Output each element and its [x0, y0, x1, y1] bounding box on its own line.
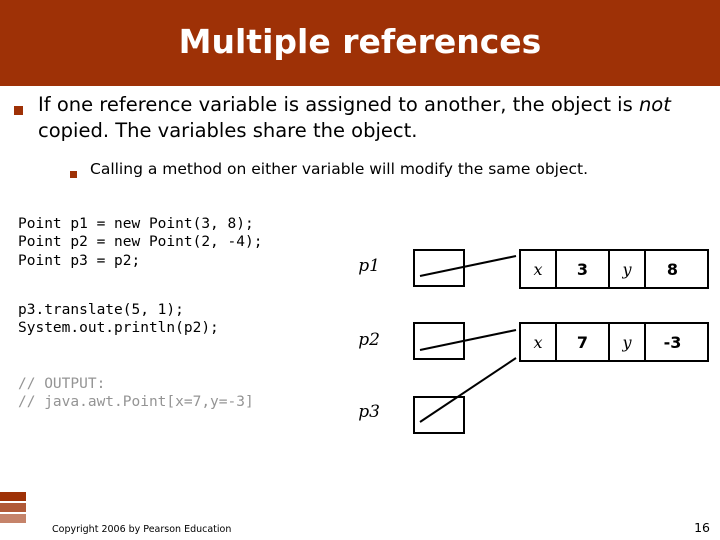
field-name-x-1: x [533, 259, 543, 279]
field-value-y-1: 8 [644, 251, 699, 287]
field-value-y-2: -3 [644, 324, 699, 360]
field-value-x-1: 3 [555, 251, 610, 287]
field-name-y-1: y [622, 259, 632, 279]
point-object-1: x 3 y 8 [519, 249, 709, 289]
declaration-code-block: Point p1 = new Point(3, 8); Point p2 = n… [18, 215, 263, 269]
bullet-level-1-text: If one reference variable is assigned to… [38, 92, 698, 144]
output-comment-code-block: // OUTPUT: // java.awt.Point[x=7,y=-3] [18, 375, 254, 411]
footer-block-1 [0, 492, 26, 501]
page-title: Multiple references [178, 22, 542, 61]
point-object-2: x 7 y -3 [519, 322, 709, 362]
footer-logo-blocks [0, 492, 26, 524]
field-value-x-2: 7 [555, 324, 610, 360]
bullet-level-2-text: Calling a method on either variable will… [90, 160, 589, 178]
reference-label-p3: p3 [358, 402, 380, 422]
copyright-text: Copyright 2006 by Pearson Education [52, 524, 232, 535]
reference-box-p3 [413, 396, 465, 434]
bullet-text-part-1: If one reference variable is assigned to… [38, 93, 639, 116]
field-name-x-2: x [533, 332, 543, 352]
translate-code-block: p3.translate(5, 1); System.out.println(p… [18, 301, 219, 337]
footer-block-2 [0, 503, 26, 512]
bullet-text-italic: not [638, 93, 671, 116]
reference-box-p2 [413, 322, 465, 360]
footer-block-3 [0, 514, 26, 523]
bullet-text-part-2: copied. The variables share the object. [38, 119, 418, 142]
reference-box-p1 [413, 249, 465, 287]
page-number: 16 [694, 520, 710, 535]
field-name-y-2: y [622, 332, 632, 352]
bullet-square-icon [14, 106, 23, 115]
reference-label-p2: p2 [358, 330, 380, 350]
reference-label-p1: p1 [358, 256, 380, 276]
slide: Multiple references If one reference var… [0, 0, 720, 540]
sub-bullet-square-icon [70, 171, 77, 178]
